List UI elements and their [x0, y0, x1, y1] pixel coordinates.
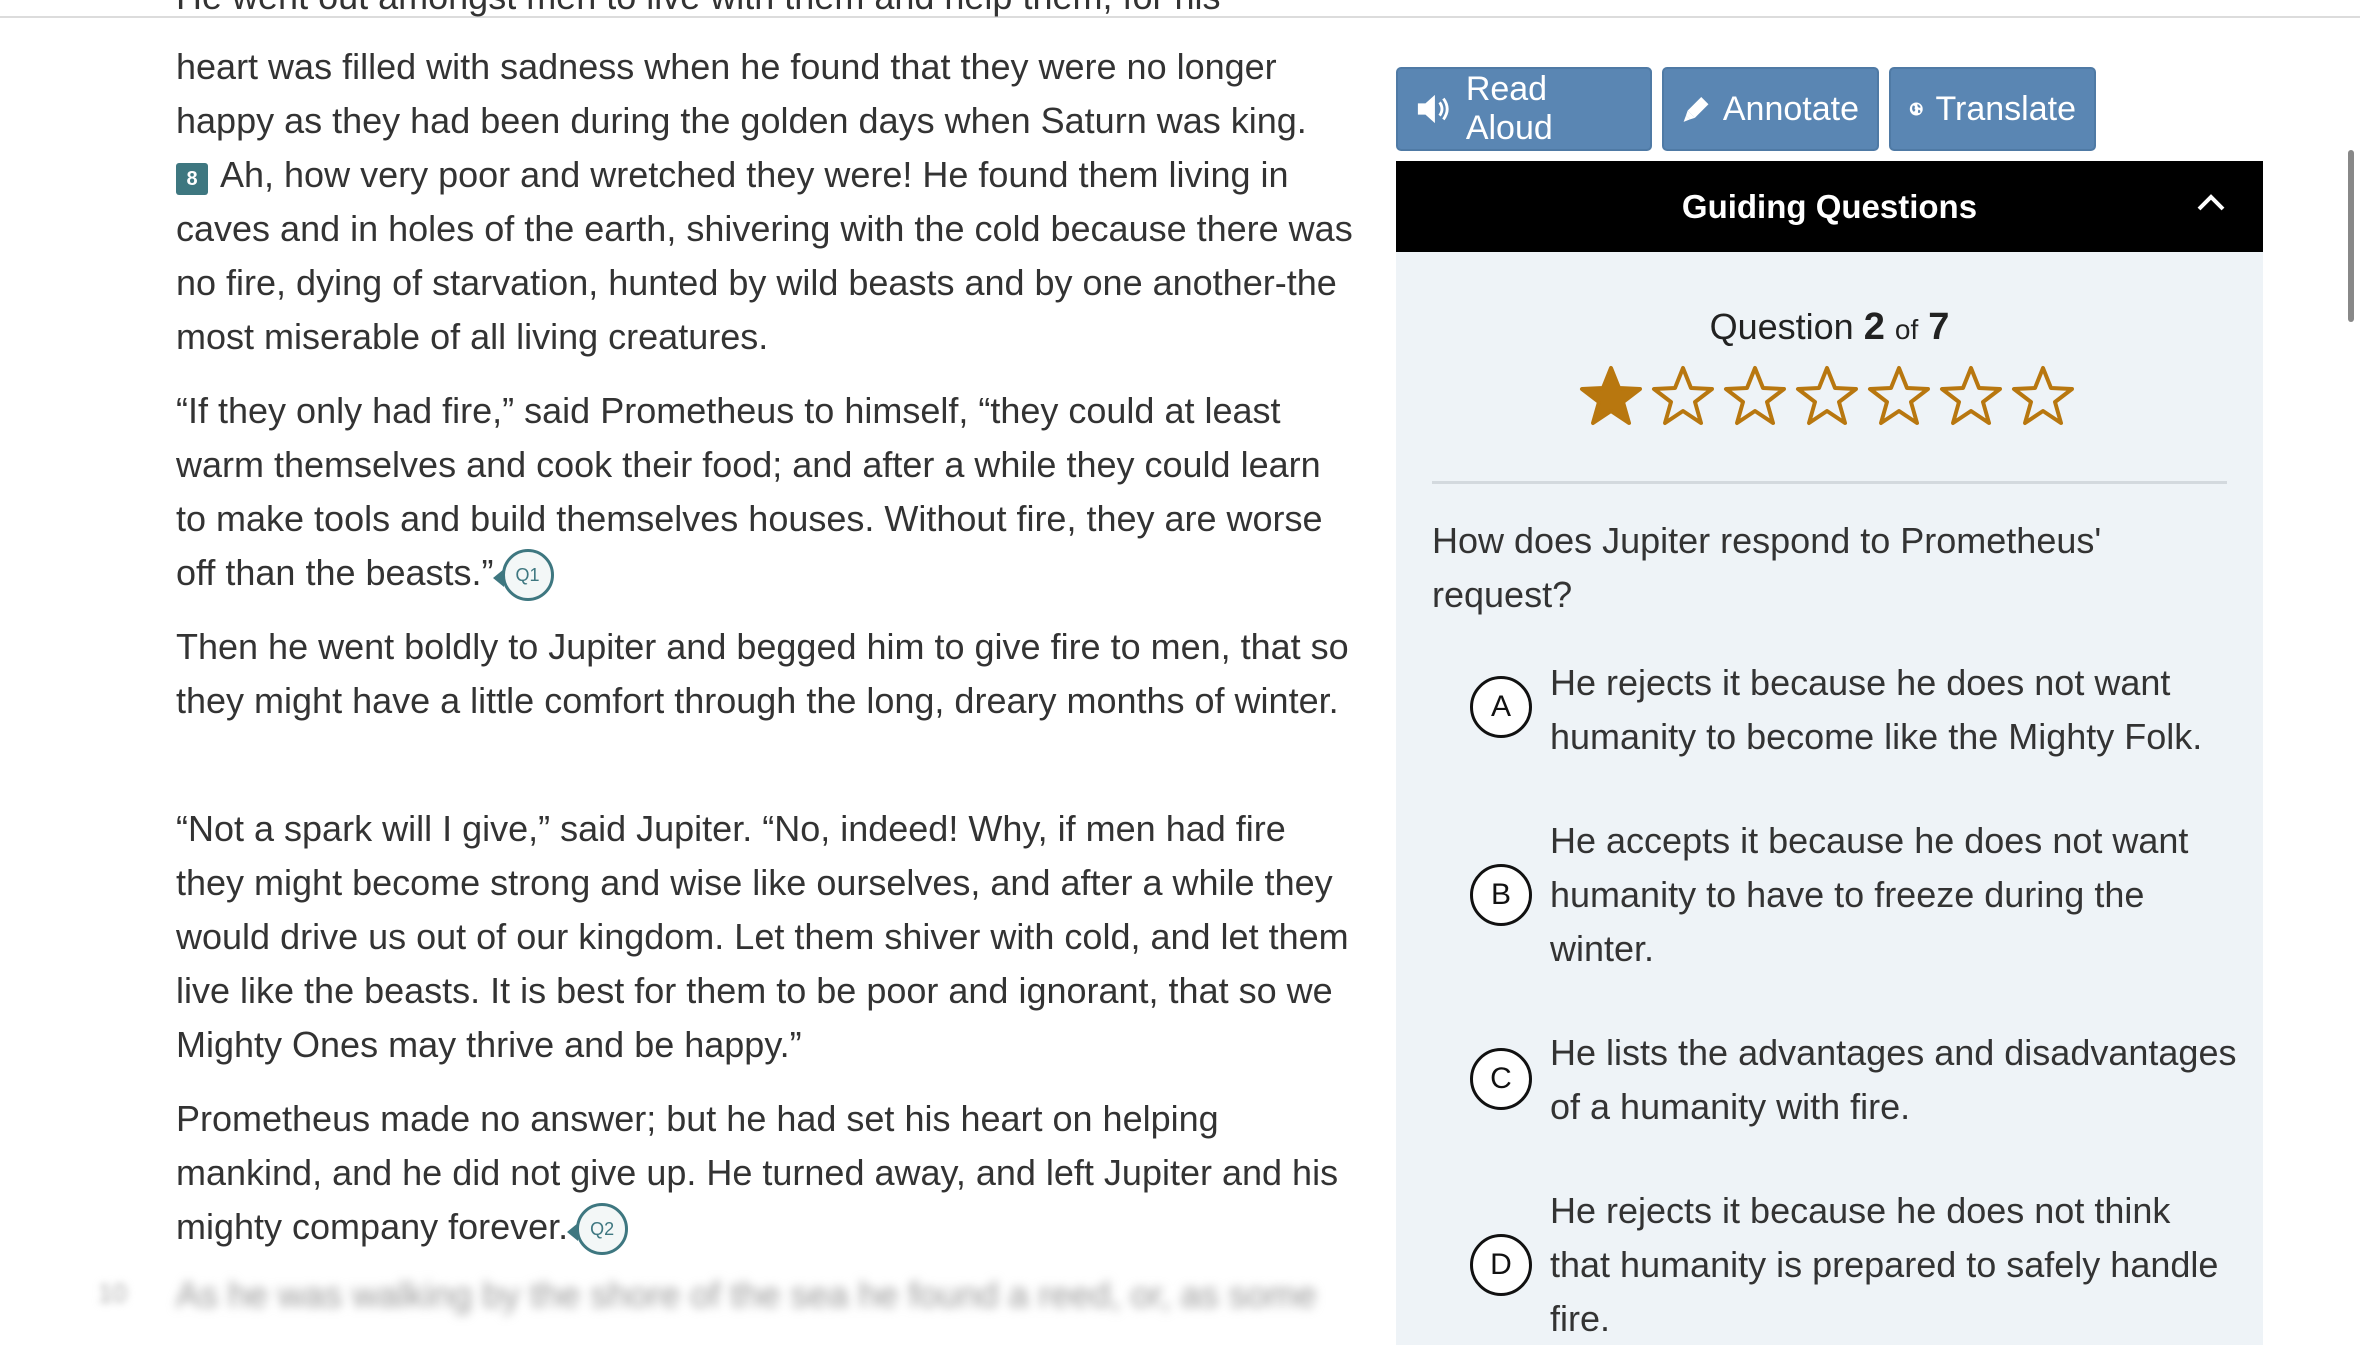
read-aloud-label: Read Aloud [1465, 70, 1553, 147]
speaker-icon [1417, 94, 1449, 124]
paragraph-number-badge: 8 [176, 163, 208, 195]
star-outline-icon [1652, 366, 1714, 425]
question-marker-q1[interactable]: Q1 [492, 549, 554, 602]
star-outline-icon [1724, 366, 1786, 425]
passage-clipped-line: He went out amongst men to live with the… [176, 0, 1221, 24]
highlighter-icon [1683, 96, 1709, 122]
guiding-questions-header[interactable]: Guiding Questions [1396, 161, 2263, 252]
question-counter: Question 2 of 7 [1396, 306, 2263, 349]
passage-paragraph-8: 8 Ah, how very poor and wretched they wer… [176, 148, 1356, 364]
star-filled-icon [1580, 366, 1642, 425]
option-letter-b[interactable]: B [1470, 864, 1532, 926]
chevron-up-icon[interactable] [2195, 191, 2227, 215]
answer-option-a[interactable]: A He rejects it because he does not want… [1470, 656, 2230, 766]
star-outline-icon [2012, 366, 2074, 425]
star-outline-icon [1868, 366, 1930, 425]
reading-toolbar: Read Aloud Annotate Translate [1396, 67, 2096, 151]
read-aloud-button[interactable]: Read Aloud [1396, 67, 1652, 151]
paragraph-text: Prometheus made no answer; but he had se… [176, 1098, 1339, 1247]
annotate-label: Annotate [1722, 89, 1859, 128]
option-text-a[interactable]: He rejects it because he does not want h… [1550, 656, 2240, 764]
option-letter-a[interactable]: A [1470, 676, 1532, 738]
option-text-d[interactable]: He rejects it because he does not think … [1550, 1184, 2240, 1345]
paragraph-text: Ah, how very poor and wretched they were… [176, 154, 1353, 357]
passage-line: heart was filled with sadness when he fo… [176, 46, 1277, 87]
question-prompt: How does Jupiter respond to Prometheus' … [1432, 520, 2102, 615]
answer-option-c[interactable]: C He lists the advantages and disadvanta… [1470, 1026, 2236, 1136]
answer-option-d[interactable]: D He rejects it because he does not thin… [1470, 1184, 2230, 1345]
page-scrollbar[interactable] [2348, 150, 2354, 322]
passage-paragraph-7-end: heart was filled with sadness when he fo… [176, 40, 1356, 148]
answer-option-b[interactable]: B He accepts it because he does not want… [1470, 814, 2230, 978]
of-word: of [1894, 314, 1919, 345]
paragraph-text: Then he went boldly to Jupiter and begge… [176, 626, 1349, 721]
passage-paragraph-12: Prometheus made no answer; but he had se… [176, 1092, 1356, 1256]
paragraph-text: “Not a spark will I give,” said Jupiter.… [176, 808, 1349, 1065]
guiding-questions-panel: Question 2 of 7 How does Jupiter respond… [1396, 252, 2263, 1345]
total-questions: 7 [1928, 306, 1950, 348]
option-letter-d[interactable]: D [1470, 1234, 1532, 1296]
passage-paragraph-11: “Not a spark will I give,” said Jupiter.… [176, 802, 1356, 1072]
globe-icon [1909, 102, 1923, 116]
blurred-locked-paragraph: As he was walking by the shore of the se… [176, 1274, 1317, 1315]
star-outline-icon [1940, 366, 2002, 425]
option-letter-c[interactable]: C [1470, 1048, 1532, 1110]
translate-label: Translate [1935, 89, 2076, 128]
annotate-button[interactable]: Annotate [1662, 67, 1879, 151]
panel-divider [1432, 481, 2227, 484]
star-outline-icon [1796, 366, 1858, 425]
passage-paragraph-10: Then he went boldly to Jupiter and begge… [176, 620, 1356, 728]
passage-line: happy as they had been during the golden… [176, 100, 1307, 141]
question-word: Question [1709, 306, 1854, 347]
guiding-questions-title: Guiding Questions [1681, 187, 1978, 225]
current-question-number: 2 [1863, 306, 1885, 348]
question-progress-stars [1578, 364, 2076, 430]
question-marker-q2[interactable]: Q2 [567, 1203, 629, 1256]
option-text-b[interactable]: He accepts it because he does not want h… [1550, 814, 2240, 976]
translate-button[interactable]: Translate [1889, 67, 2096, 151]
paragraph-text: “If they only had fire,” said Prometheus… [176, 390, 1323, 593]
blurred-paragraph-number: 10 [98, 1278, 127, 1308]
passage-paragraph-9: “If they only had fire,” said Prometheus… [176, 384, 1356, 602]
option-text-c[interactable]: He lists the advantages and disadvantage… [1550, 1026, 2240, 1134]
